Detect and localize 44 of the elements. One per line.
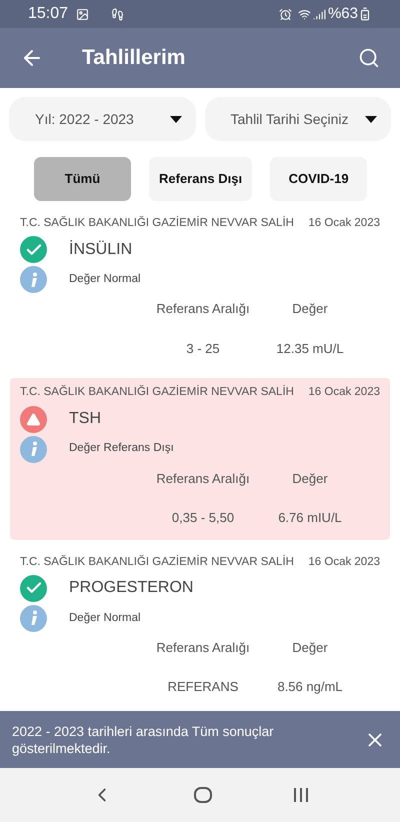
test-name: PROGESTERON (69, 578, 194, 598)
institution-name: T.C. SAĞLIK BAKANLIĞI GAZİEMİR NEVVAR SALİH (20, 384, 294, 400)
dropdown-field[interactable]: Tahlil Tarihi Seçiniz (204, 97, 391, 141)
dropdown-field[interactable]: Yıl: 2022 - 2023 (9, 97, 196, 141)
institution-name: T.C. SAĞLIK BAKANLIĞI GAZİEMİR NEVVAR SALİH (20, 554, 294, 570)
recent-apps-icon[interactable] (293, 787, 310, 803)
institution-name: T.C. SAĞLIK BAKANLIĞI GAZİEMİR NEVVAR SALİH (20, 215, 294, 231)
dropdown-caret-icon (365, 116, 377, 122)
filter-tab[interactable]: Tümü (34, 157, 131, 201)
footprints-icon (111, 8, 124, 20)
reference-range: 0,35 - 5,50 (170, 509, 236, 527)
result-date: 16 Ocak 2023 (308, 385, 380, 400)
dropdown-caret-icon (170, 116, 182, 122)
reference-range: REFERANS (166, 678, 240, 696)
clock-text: 15:07 (28, 4, 68, 24)
reference-range: 3 - 25 (185, 340, 221, 358)
result-date: 16 Ocak 2023 (308, 216, 380, 231)
image-icon (76, 8, 90, 20)
test-name: İNSÜLIN (69, 239, 132, 260)
search-icon[interactable] (358, 47, 380, 69)
filter-tab[interactable]: Referans Dışı (149, 157, 252, 201)
column-label: Değer (291, 638, 329, 657)
wifi-icon (298, 8, 311, 20)
result-value: 8.56 ng/mL (276, 678, 344, 696)
alarm-icon (278, 8, 292, 20)
column-label: Referans Aralığı (155, 470, 251, 488)
status-text: Değer Normal (69, 272, 141, 288)
column-label: Değer (291, 470, 329, 488)
signal-icon (312, 8, 326, 20)
test-name: TSH (69, 409, 101, 429)
filter-tab[interactable]: COVID-19 (270, 157, 368, 201)
column-label: Referans Aralığı (155, 638, 251, 657)
result-date: 16 Ocak 2023 (308, 554, 380, 570)
column-label: Değer (291, 300, 329, 318)
status-text: Değer Referans Dışı (69, 441, 174, 456)
battery-text: %63 (328, 4, 358, 24)
snackbar-message: 2022 - 2023 tarihleri arasında Tüm sonuçlar gösterilmektedir. (12, 722, 275, 756)
result-value: 12.35 mU/L (275, 340, 345, 358)
status-text: Değer Normal (69, 610, 141, 626)
battery-icon (358, 7, 372, 21)
home-icon[interactable] (194, 787, 212, 803)
page-title: Tahlillerim (82, 45, 186, 72)
column-label: Referans Aralığı (155, 300, 251, 318)
result-value: 6.76 mIU/L (277, 509, 343, 527)
